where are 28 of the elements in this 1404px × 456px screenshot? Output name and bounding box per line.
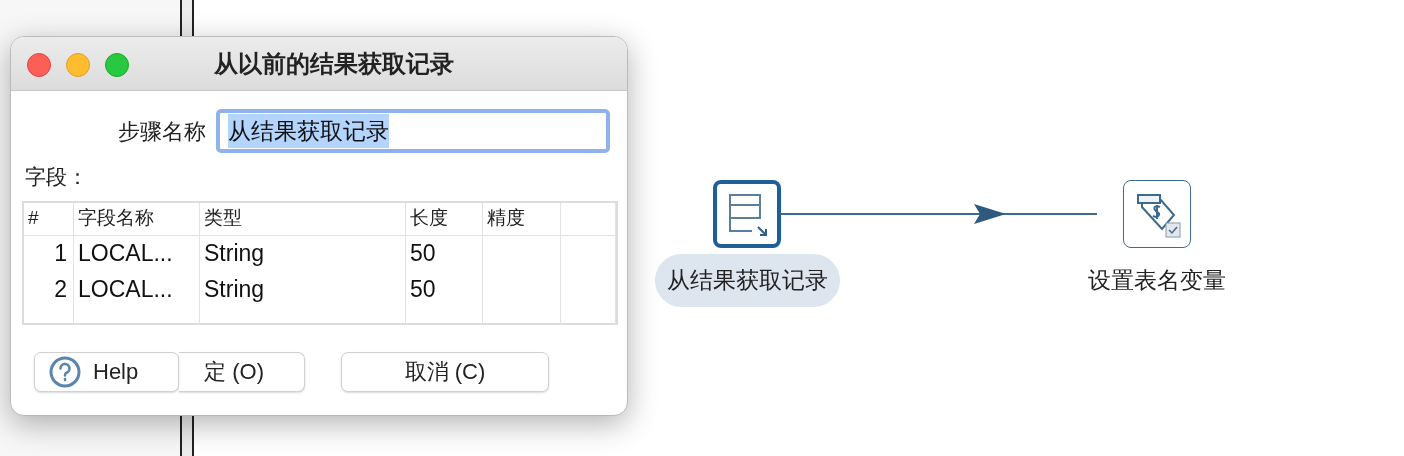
field-label: 步骤名称 (117, 117, 207, 146)
table-cell-text: 50 (410, 275, 436, 305)
step-node[interactable] (713, 180, 781, 248)
table-cell-text: 1 (54, 239, 67, 269)
ok-button[interactable]: 定 (O) (179, 351, 305, 392)
column-header[interactable]: # (28, 204, 39, 233)
table-cell-text: LOCAL... (78, 239, 173, 269)
node-label: 设置表名变量 (1087, 266, 1227, 295)
column-header[interactable]: 精度 (487, 204, 525, 233)
table-cell-text: String (204, 275, 265, 305)
table-cell-text: 2 (54, 275, 67, 305)
table-cell-text: String (204, 239, 265, 269)
zoom-button[interactable] (105, 53, 129, 77)
help-button[interactable]: Help (34, 351, 179, 392)
table-cell-text: 50 (410, 239, 436, 269)
step-name-field[interactable]: 从结果获取记录 (216, 109, 610, 153)
column-header[interactable]: 长度 (410, 204, 448, 233)
help-icon (49, 355, 81, 388)
cancel-button[interactable]: 取消 (C) (341, 351, 549, 392)
section-label: 字段： (25, 164, 89, 190)
column-header[interactable]: 字段名称 (78, 204, 154, 233)
window-title: 从以前的结果获取记录 (214, 48, 454, 79)
close-button[interactable] (27, 53, 51, 77)
step-node[interactable] (1123, 180, 1191, 248)
table-cell-text: LOCAL... (78, 275, 173, 305)
column-header[interactable]: 类型 (204, 204, 242, 233)
minimize-button[interactable] (66, 53, 90, 77)
node-label: 从结果获取记录 (654, 254, 840, 307)
